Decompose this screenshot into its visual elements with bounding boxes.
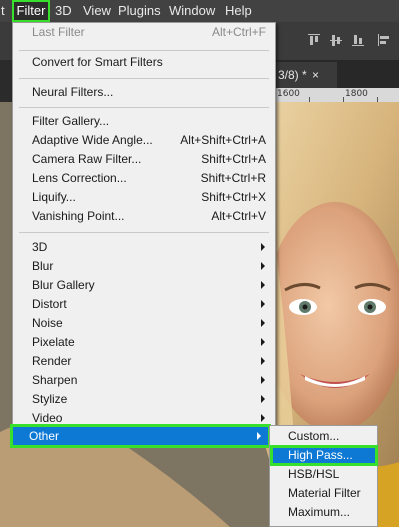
ruler-label: 1600: [277, 89, 300, 99]
menu-item-last-filter: Last Filter Alt+Ctrl+F: [14, 23, 274, 42]
horizontal-ruler: 1600 1800: [275, 88, 399, 102]
menu-item-label: Blur Gallery: [32, 278, 95, 292]
menu-item-pixelate[interactable]: Pixelate: [14, 333, 274, 352]
menu-3d[interactable]: 3D: [55, 0, 72, 22]
menu-item-label: Blur: [32, 259, 54, 273]
menu-item-noise[interactable]: Noise: [14, 314, 274, 333]
ruler-label: 1800: [345, 89, 368, 99]
submenu-item-custom[interactable]: Custom...: [271, 427, 376, 446]
submenu-item-label: Maximum...: [288, 505, 351, 519]
menu-item-camera-raw-filter[interactable]: Camera Raw Filter... Shift+Ctrl+A: [14, 150, 274, 169]
menu-item-shortcut: Shift+Ctrl+A: [201, 152, 266, 166]
menu-filter[interactable]: Filter: [12, 0, 50, 22]
menu-item-label: Vanishing Point...: [32, 209, 125, 223]
menu-item-other[interactable]: Other: [10, 424, 271, 448]
menu-item-label: Noise: [32, 316, 63, 330]
menu-item-label: 3D: [32, 240, 48, 254]
menu-item-label: Other: [29, 429, 60, 443]
menu-item-convert-smart-filters[interactable]: Convert for Smart Filters: [14, 53, 274, 72]
submenu-item-label: Custom...: [288, 429, 340, 443]
menu-item-shortcut: Shift+Ctrl+R: [200, 171, 266, 185]
menu-item-label: Neural Filters...: [32, 85, 114, 99]
menu-item-sharpen[interactable]: Sharpen: [14, 371, 274, 390]
document-tab[interactable]: 3/8) * ×: [275, 62, 337, 88]
menu-item-label: Pixelate: [32, 335, 75, 349]
menu-item-liquify[interactable]: Liquify... Shift+Ctrl+X: [14, 188, 274, 207]
menu-item-shortcut: Alt+Ctrl+V: [211, 209, 266, 223]
menu-item-label: Convert for Smart Filters: [32, 55, 163, 69]
document-tab-title: 3/8) *: [278, 68, 307, 82]
submenu-item-hsb-hsl[interactable]: HSB/HSL: [271, 465, 376, 484]
menu-item-adaptive-wide-angle[interactable]: Adaptive Wide Angle... Alt+Shift+Ctrl+A: [14, 131, 274, 150]
submenu-item-label: High Pass...: [288, 448, 353, 462]
menu-edit-partial[interactable]: t: [1, 0, 5, 22]
menu-separator: [19, 78, 269, 79]
other-submenu: Custom... High Pass... HSB/HSL Material …: [269, 425, 378, 527]
submenu-arrow-icon: [261, 262, 265, 270]
menu-item-filter-gallery[interactable]: Filter Gallery...: [14, 112, 274, 131]
menu-item-label: Video: [32, 411, 63, 425]
submenu-item-maximum[interactable]: Maximum...: [271, 503, 376, 522]
menu-item-label: Last Filter: [32, 25, 85, 39]
menu-item-label: Render: [32, 354, 72, 368]
menu-item-label: Filter Gallery...: [32, 114, 110, 128]
menu-item-shortcut: Alt+Shift+Ctrl+A: [180, 133, 266, 147]
submenu-arrow-icon: [261, 319, 265, 327]
submenu-item-high-pass[interactable]: High Pass...: [270, 445, 378, 466]
submenu-arrow-icon: [261, 243, 265, 251]
submenu-arrow-icon: [261, 338, 265, 346]
menu-separator: [19, 232, 269, 233]
menu-item-label: Stylize: [32, 392, 68, 406]
menu-item-neural-filters[interactable]: Neural Filters...: [14, 83, 274, 102]
align-top-icon[interactable]: [308, 34, 320, 46]
menu-view[interactable]: View: [83, 0, 111, 22]
menu-item-shortcut: Alt+Ctrl+F: [211, 25, 266, 39]
menu-item-label: Liquify...: [32, 190, 76, 204]
align-left-icon[interactable]: [378, 34, 390, 46]
menu-plugins[interactable]: Plugins: [118, 0, 161, 22]
document-tab-bar: 3/8) * ×: [275, 60, 399, 88]
submenu-arrow-icon: [261, 395, 265, 403]
menu-item-stylize[interactable]: Stylize: [14, 390, 274, 409]
menu-item-3d[interactable]: 3D: [14, 238, 274, 257]
submenu-arrow-icon: [261, 376, 265, 384]
menu-item-blur[interactable]: Blur: [14, 257, 274, 276]
menu-item-distort[interactable]: Distort: [14, 295, 274, 314]
menu-item-label: Distort: [32, 297, 67, 311]
filter-menu: Last Filter Alt+Ctrl+F Convert for Smart…: [12, 22, 276, 433]
submenu-arrow-icon: [261, 281, 265, 289]
submenu-arrow-icon: [261, 414, 265, 422]
menu-item-label: Lens Correction...: [32, 171, 127, 185]
align-bottom-icon[interactable]: [352, 34, 364, 46]
submenu-arrow-icon: [257, 432, 261, 440]
menu-separator: [19, 107, 269, 108]
menu-item-label: Camera Raw Filter...: [32, 152, 142, 166]
menu-help[interactable]: Help: [225, 0, 252, 22]
align-vertical-center-icon[interactable]: [330, 34, 342, 46]
menu-item-blur-gallery[interactable]: Blur Gallery: [14, 276, 274, 295]
menu-separator: [19, 50, 269, 51]
menu-bar: t Filter 3D View Plugins Window Help: [0, 0, 399, 22]
close-tab-icon[interactable]: ×: [312, 62, 319, 88]
submenu-item-material-filter[interactable]: Material Filter: [271, 484, 376, 503]
menu-item-shortcut: Shift+Ctrl+X: [201, 190, 266, 204]
menu-window[interactable]: Window: [169, 0, 215, 22]
menu-item-vanishing-point[interactable]: Vanishing Point... Alt+Ctrl+V: [14, 207, 274, 226]
menu-item-label: Sharpen: [32, 373, 78, 387]
submenu-arrow-icon: [261, 357, 265, 365]
menu-item-label: Adaptive Wide Angle...: [32, 133, 153, 147]
submenu-item-label: Material Filter: [288, 486, 361, 500]
menu-item-render[interactable]: Render: [14, 352, 274, 371]
menu-item-lens-correction[interactable]: Lens Correction... Shift+Ctrl+R: [14, 169, 274, 188]
submenu-item-label: HSB/HSL: [288, 467, 340, 481]
submenu-arrow-icon: [261, 300, 265, 308]
